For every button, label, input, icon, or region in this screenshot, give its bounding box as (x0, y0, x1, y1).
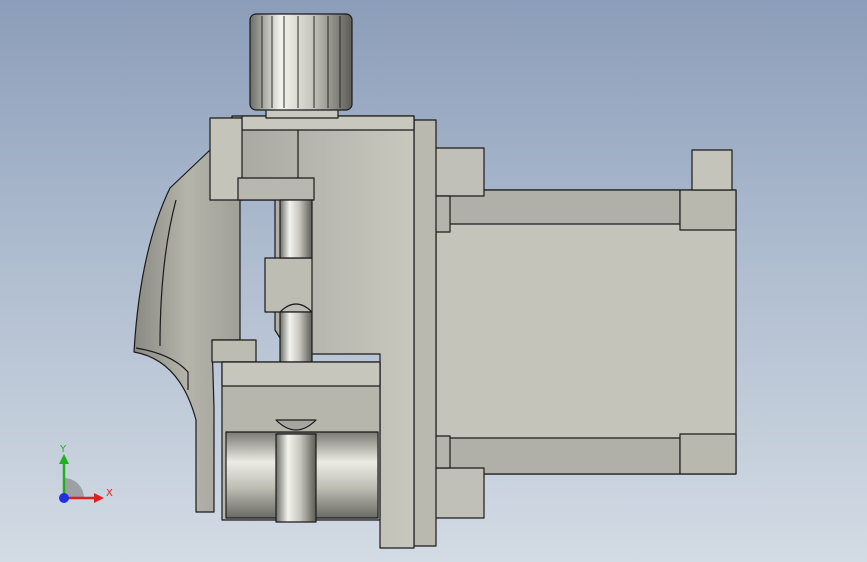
pin-holder-block (264, 257, 313, 313)
y-axis-arrow (59, 454, 69, 464)
left-plate-upper (209, 117, 243, 201)
middle-shaft[interactable] (279, 311, 313, 367)
upper-shaft[interactable] (279, 199, 313, 259)
upper-bracket (237, 177, 315, 201)
motor-bottom-corner-block (679, 433, 737, 475)
adjust-knob[interactable] (249, 13, 353, 111)
lower-gear-band (221, 361, 381, 387)
x-axis-arrow (94, 493, 104, 503)
motor-top-corner-block (679, 189, 737, 231)
orientation-triad[interactable]: Y X (40, 440, 120, 520)
lower-shaft[interactable] (275, 433, 317, 523)
lower-boss (433, 467, 485, 519)
y-axis-label: Y (59, 444, 67, 455)
flange-plate[interactable] (413, 119, 437, 547)
motor-body[interactable] (435, 189, 737, 475)
upper-boss (433, 147, 485, 197)
x-axis-label: X (106, 488, 113, 499)
gearbox-motor-side-view[interactable] (0, 0, 867, 562)
z-axis-dot (59, 493, 69, 503)
motor-top-tab (691, 149, 733, 191)
left-plate-lower (211, 339, 257, 363)
cad-viewport[interactable]: Y X (0, 0, 867, 562)
